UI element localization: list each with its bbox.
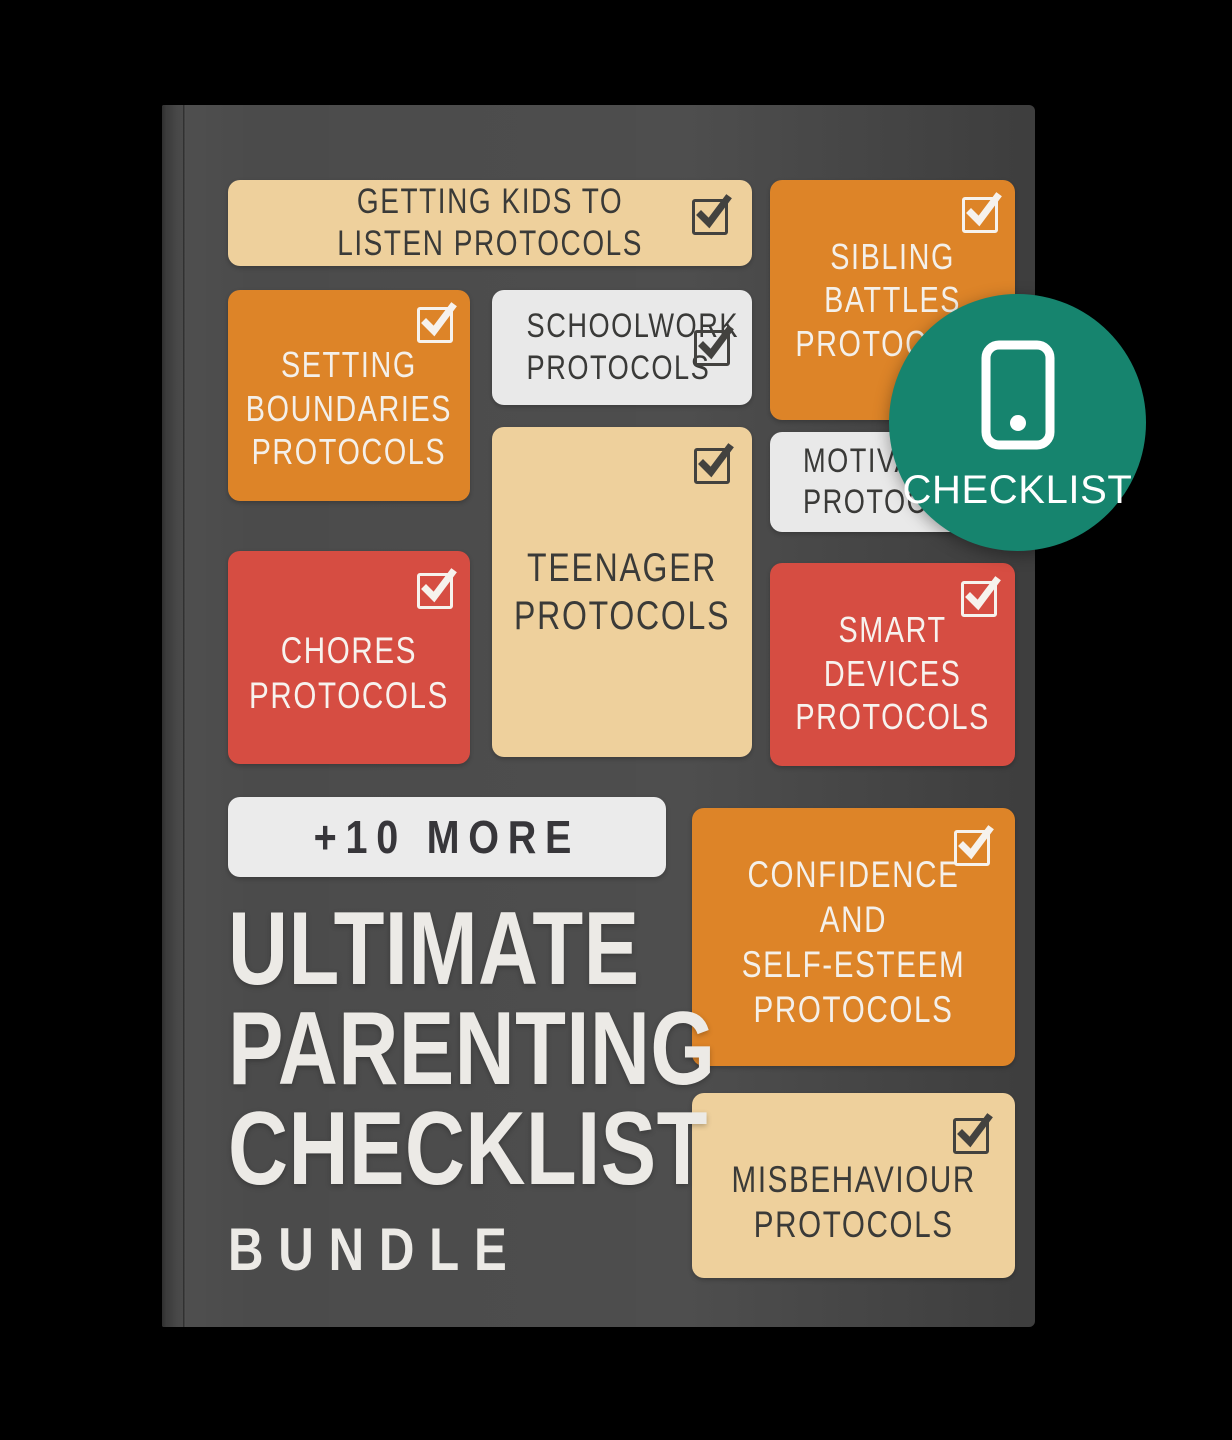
title-line-1: ULTIMATE (228, 891, 640, 1007)
card-label: GETTING KIDS TO LISTEN PROTOCOLS (337, 181, 643, 263)
card-chores[interactable]: CHORES PROTOCOLS (228, 551, 470, 764)
book-cover-face: GETTING KIDS TO LISTEN PROTOCOLS SIBLING… (188, 105, 1035, 1327)
card-label: CHORES PROTOCOLS (249, 629, 449, 716)
card-label: MISBEHAVIOUR PROTOCOLS (731, 1158, 976, 1245)
check-icon (966, 192, 1002, 227)
card-confidence-self-esteem[interactable]: CONFIDENCE AND SELF-ESTEEM PROTOCOLS (692, 808, 1015, 1066)
check-icon (696, 194, 732, 229)
check-icon (698, 325, 734, 360)
book-spine-groove (183, 105, 186, 1327)
card-label: TEENAGER PROTOCOLS (513, 545, 731, 638)
checkbox-misbehaviour[interactable] (953, 1113, 993, 1154)
card-setting-boundaries[interactable]: SETTING BOUNDARIES PROTOCOLS (228, 290, 470, 501)
check-icon (957, 1113, 993, 1148)
more-count-label: +10 MORE (313, 811, 581, 863)
more-count-pill[interactable]: +10 MORE (228, 797, 666, 877)
checklist-badge-label: CHECKLIST (902, 467, 1133, 512)
check-icon (421, 302, 457, 337)
title-subtitle: BUNDLE (228, 1216, 522, 1284)
checkbox-confidence-self-esteem[interactable] (954, 825, 994, 866)
card-teenager[interactable]: TEENAGER PROTOCOLS (492, 427, 752, 757)
book-cover: GETTING KIDS TO LISTEN PROTOCOLS SIBLING… (162, 105, 1035, 1327)
card-schoolwork[interactable]: SCHOOLWORK PROTOCOLS (492, 290, 752, 405)
checkbox-chores[interactable] (417, 568, 457, 609)
card-smart-devices[interactable]: SMART DEVICES PROTOCOLS (770, 563, 1015, 766)
mobile-phone-icon (980, 339, 1056, 456)
check-icon (958, 825, 994, 860)
check-icon (698, 443, 734, 478)
card-getting-kids-to-listen[interactable]: GETTING KIDS TO LISTEN PROTOCOLS (228, 180, 752, 266)
product-title-block: ULTIMATE PARENTING CHECKLIST BUNDLE (228, 891, 716, 1284)
checkbox-teenager[interactable] (694, 443, 734, 484)
checkbox-smart-devices[interactable] (961, 576, 1001, 617)
title-line-3: CHECKLIST (228, 1090, 708, 1207)
checkbox-setting-boundaries[interactable] (417, 302, 457, 343)
card-misbehaviour[interactable]: MISBEHAVIOUR PROTOCOLS (692, 1093, 1015, 1278)
checkbox-sibling-battles[interactable] (962, 192, 1002, 233)
checklist-badge[interactable]: CHECKLIST (889, 294, 1146, 551)
check-icon (421, 568, 457, 603)
check-icon (965, 576, 1001, 611)
book-spine-edge (162, 105, 167, 1327)
checkbox-schoolwork[interactable] (694, 325, 734, 366)
book-mockup-canvas: GETTING KIDS TO LISTEN PROTOCOLS SIBLING… (0, 0, 1232, 1440)
checkbox-getting-kids-to-listen[interactable] (692, 194, 732, 235)
card-label: CONFIDENCE AND SELF-ESTEEM PROTOCOLS (741, 854, 966, 1030)
title-line-2: PARENTING (228, 990, 716, 1107)
